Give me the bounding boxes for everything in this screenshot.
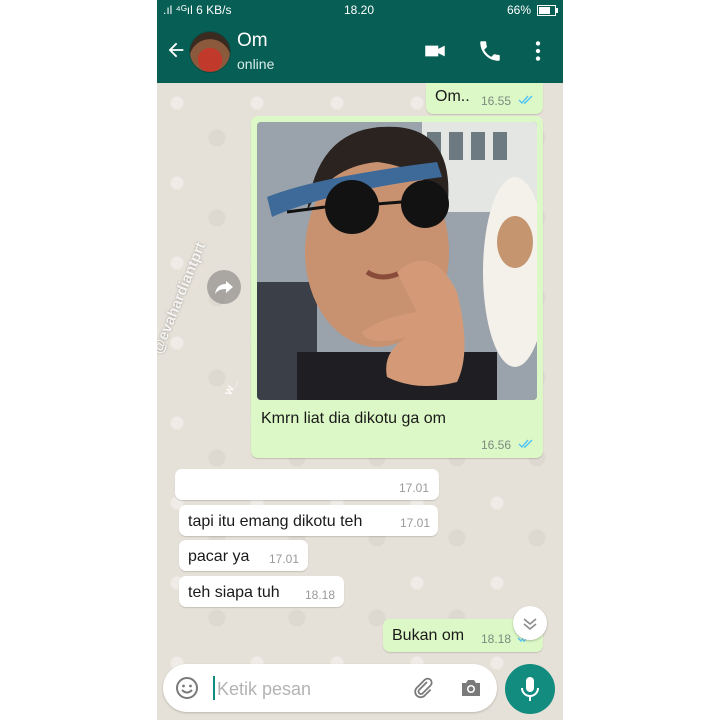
forward-button[interactable]	[207, 270, 241, 304]
message-time: 16.55	[481, 94, 512, 108]
avatar[interactable]	[189, 31, 231, 73]
contact-status: online	[237, 56, 275, 72]
message-bubble-incoming[interactable]: tapi itu emang dikotu teh 17.01	[179, 505, 438, 536]
message-bubble-incoming[interactable]: pacar ya 17.01	[179, 540, 308, 571]
mic-button[interactable]	[505, 664, 555, 714]
message-text: pacar ya	[188, 548, 250, 565]
image-caption: Kmrn liat dia dikotu ga om	[261, 410, 446, 427]
network-indicator: .ıl ⁴ᴳıl 6 KB/s	[163, 3, 232, 17]
double-check-icon	[518, 439, 533, 449]
scroll-to-bottom-button[interactable]	[513, 606, 547, 640]
message-time: 17.01	[399, 481, 430, 495]
attach-icon[interactable]	[411, 676, 435, 700]
camera-icon[interactable]	[459, 676, 483, 700]
forward-icon	[215, 281, 233, 294]
double-check-icon	[518, 95, 533, 105]
message-text: teh siapa tuh	[188, 584, 280, 601]
message-time: 18.18	[481, 632, 512, 646]
message-time: 17.01	[400, 516, 431, 530]
message-input[interactable]: Ketik pesan	[217, 679, 311, 700]
contact-name[interactable]: Om	[237, 30, 268, 52]
message-text: tapi itu emang dikotu teh	[188, 513, 363, 530]
battery-level: 66%	[506, 3, 531, 17]
message-bubble-incoming[interactable]: teh siapa tuh 18.18	[179, 576, 344, 607]
message-input-bar: Ketik pesan	[163, 664, 497, 712]
more-options-icon[interactable]	[525, 38, 551, 64]
phone-screen: .ıl ⁴ᴳıl 6 KB/s 18.20 66% Om online Om..…	[157, 0, 563, 720]
shared-photo[interactable]	[257, 122, 537, 400]
text-caret	[213, 676, 215, 700]
photo-image	[257, 122, 537, 400]
message-bubble-image[interactable]: Kmrn liat dia dikotu ga om 16.56	[251, 116, 543, 458]
battery-icon	[537, 5, 558, 16]
message-text: Bukan om	[392, 627, 465, 644]
status-bar: .ıl ⁴ᴳıl 6 KB/s 18.20 66%	[157, 0, 563, 20]
back-arrow-icon[interactable]	[165, 38, 187, 62]
message-bubble-incoming[interactable]: 17.01	[175, 469, 439, 500]
chat-header: Om online	[157, 20, 563, 83]
message-time: 18.18	[305, 588, 336, 602]
chevron-down-icon	[523, 618, 537, 631]
emoji-icon[interactable]	[175, 676, 199, 700]
message-bubble-outgoing[interactable]: Om.. 16.55	[426, 83, 543, 114]
video-call-icon[interactable]	[422, 38, 448, 64]
clock: 18.20	[344, 3, 375, 17]
phone-call-icon[interactable]	[477, 38, 503, 64]
message-time: 17.01	[269, 552, 300, 566]
message-time: 16.56	[481, 438, 512, 452]
mic-icon	[521, 677, 539, 701]
message-text: Om..	[435, 88, 470, 105]
